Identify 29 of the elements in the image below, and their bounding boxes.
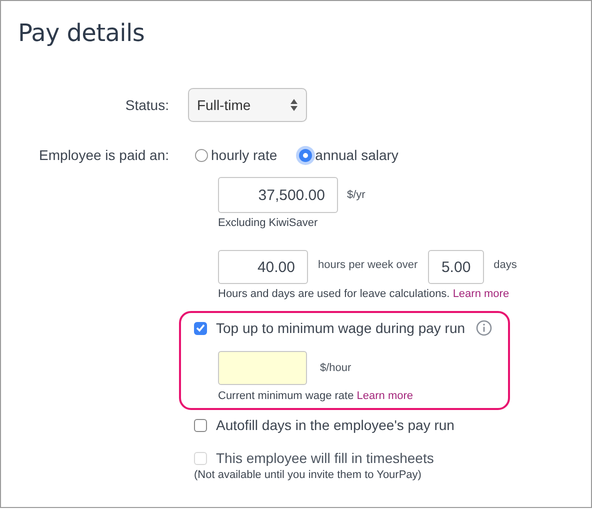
wage-input[interactable] [218,351,307,385]
checkbox-label: Autofill days in the employee's pay run [216,417,454,433]
radio-option[interactable]: hourly rate [195,147,278,163]
hint-text: Current minimum wage rate Learn more [218,390,414,402]
salary-input[interactable]: 37,500.00 [218,177,338,213]
updown-icon [290,98,298,112]
checkbox[interactable] [194,322,207,334]
hours-input[interactable]: 40.00 [218,250,308,284]
hint-text: (Not available until you invite them to YourPay) [194,469,422,481]
checkbox-label: Top up to minimum wage during pay run [216,320,466,336]
unit-label: days [494,259,517,271]
checkbox-label: This employee will fill in timesheets [216,450,434,466]
hint-text: Hours and days are used for leave calculations. Learn more [218,288,510,300]
radio-button[interactable] [195,148,208,162]
unit-label: $/yr [347,189,366,201]
hint-text: Excluding KiwiSaver [218,217,319,229]
unit-label: hours per week over [318,259,418,271]
page-title: Pay details [18,19,146,47]
info-icon[interactable] [476,320,492,336]
status-select[interactable]: Full-time [188,88,307,122]
field-label: Employee is paid an: [38,147,169,163]
field-label: Status: [124,97,169,113]
learn-more-link[interactable]: Learn more [452,288,510,300]
radio-button[interactable] [299,148,312,162]
learn-more-link[interactable]: Learn more [356,390,414,402]
radio-option[interactable]: annual salary [299,147,398,163]
days-input[interactable]: 5.00 [428,250,484,284]
unit-label: $/hour [320,362,352,374]
checkbox[interactable] [194,418,207,432]
